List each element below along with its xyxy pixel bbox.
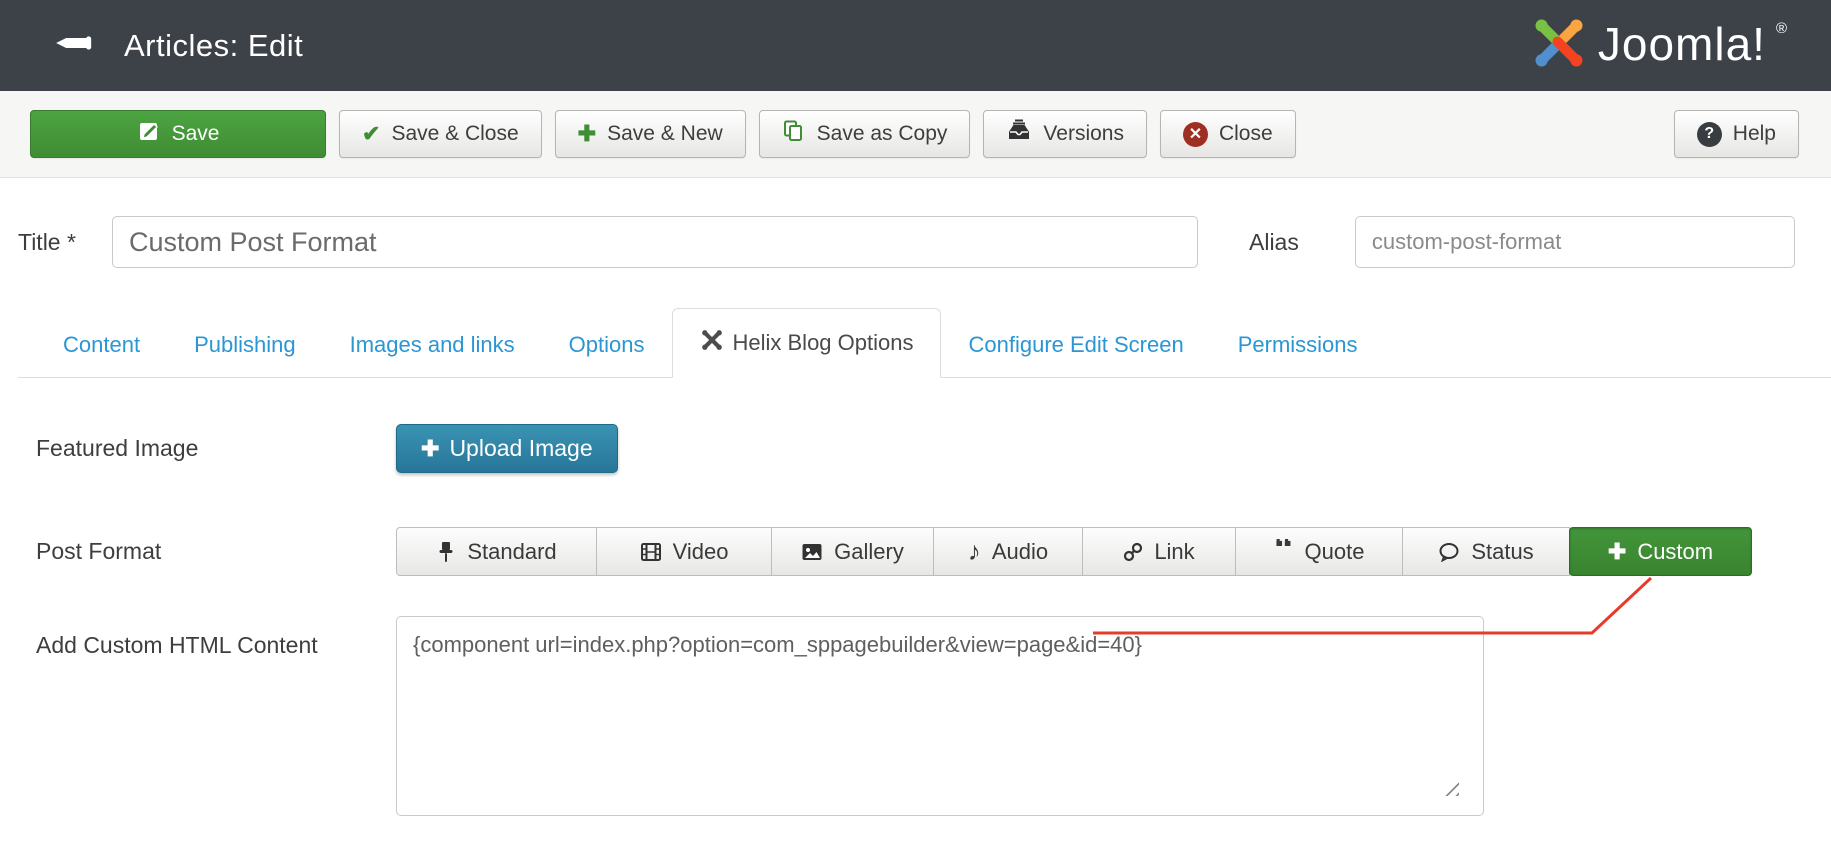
post-format-status-button[interactable]: Status bbox=[1402, 527, 1570, 576]
tab-helix-blog-options[interactable]: Helix Blog Options bbox=[672, 308, 942, 378]
title-label: Title * bbox=[18, 229, 112, 256]
save-as-copy-label: Save as Copy bbox=[817, 122, 948, 146]
post-format-link-button[interactable]: Link bbox=[1082, 527, 1236, 576]
tab-bar: Content Publishing Images and links Opti… bbox=[18, 308, 1831, 378]
post-format-group: Standard Video Gallery ♪ Audio bbox=[396, 527, 1752, 576]
edit-form: Title * Alias Content Publishing Images … bbox=[0, 216, 1831, 816]
custom-html-textarea[interactable]: {component url=index.php?option=com_sppa… bbox=[396, 616, 1484, 816]
save-and-close-button[interactable]: ✔ Save & Close bbox=[339, 110, 542, 158]
upload-image-label: Upload Image bbox=[449, 435, 592, 462]
close-label: Close bbox=[1219, 122, 1273, 146]
help-label: Help bbox=[1733, 122, 1776, 146]
tab-configure-edit-screen[interactable]: Configure Edit Screen bbox=[941, 313, 1210, 377]
plus-icon: ✚ bbox=[1608, 539, 1626, 565]
save-and-new-button[interactable]: ✚ Save & New bbox=[555, 110, 746, 158]
versions-button[interactable]: Versions bbox=[983, 110, 1147, 158]
post-format-standard-label: Standard bbox=[467, 539, 556, 565]
save-as-copy-button[interactable]: Save as Copy bbox=[759, 110, 971, 158]
post-format-custom-button[interactable]: ✚ Custom bbox=[1569, 527, 1752, 576]
pencil-icon bbox=[52, 23, 92, 68]
brand-registered-mark: ® bbox=[1776, 20, 1787, 37]
admin-header: Articles: Edit Joomla! ® bbox=[0, 0, 1831, 91]
speech-bubble-icon bbox=[1438, 542, 1460, 562]
toolbar: Save ✔ Save & Close ✚ Save & New Save as… bbox=[0, 91, 1831, 178]
plus-icon: ✚ bbox=[421, 436, 439, 462]
check-icon: ✔ bbox=[362, 121, 380, 147]
post-format-audio-label: Audio bbox=[992, 539, 1048, 565]
post-format-quote-label: Quote bbox=[1305, 539, 1365, 565]
close-button[interactable]: ✕ Close bbox=[1160, 110, 1296, 158]
post-format-row: Post Format Standard Video bbox=[36, 527, 1831, 576]
thumbtack-icon bbox=[436, 541, 456, 563]
film-icon bbox=[640, 542, 662, 562]
tab-content[interactable]: Content bbox=[36, 313, 167, 377]
tab-options[interactable]: Options bbox=[542, 313, 672, 377]
featured-image-row: Featured Image ✚ Upload Image bbox=[36, 424, 1831, 473]
tab-publishing[interactable]: Publishing bbox=[167, 313, 323, 377]
tab-images-and-links[interactable]: Images and links bbox=[323, 313, 542, 377]
image-icon bbox=[801, 542, 823, 562]
custom-html-label: Add Custom HTML Content bbox=[36, 616, 396, 659]
link-icon bbox=[1123, 542, 1143, 562]
post-format-status-label: Status bbox=[1471, 539, 1533, 565]
music-note-icon: ♪ bbox=[968, 536, 981, 567]
alias-label: Alias bbox=[1249, 229, 1299, 256]
upload-image-button[interactable]: ✚ Upload Image bbox=[396, 424, 618, 473]
post-format-audio-button[interactable]: ♪ Audio bbox=[933, 527, 1083, 576]
save-and-new-label: Save & New bbox=[607, 122, 723, 146]
brand-text: Joomla! bbox=[1598, 14, 1766, 74]
post-format-video-label: Video bbox=[673, 539, 729, 565]
alias-input[interactable] bbox=[1355, 216, 1795, 268]
post-format-custom-label: Custom bbox=[1637, 539, 1713, 565]
articles-edit-page: Articles: Edit Joomla! ® bbox=[0, 0, 1831, 842]
plus-icon: ✚ bbox=[578, 121, 596, 147]
custom-html-row: Add Custom HTML Content {component url=i… bbox=[36, 616, 1831, 816]
tab-permissions[interactable]: Permissions bbox=[1211, 313, 1385, 377]
title-input[interactable] bbox=[112, 216, 1198, 268]
post-format-quote-button[interactable]: “ Quote bbox=[1235, 527, 1403, 576]
post-format-label: Post Format bbox=[36, 538, 396, 565]
joomla-brand: Joomla! ® bbox=[1530, 14, 1787, 77]
close-circle-icon: ✕ bbox=[1183, 122, 1208, 147]
tab-helix-label: Helix Blog Options bbox=[733, 330, 914, 356]
help-button[interactable]: ? Help bbox=[1674, 110, 1799, 158]
save-button[interactable]: Save bbox=[30, 110, 326, 158]
page-title: Articles: Edit bbox=[124, 28, 303, 64]
save-and-close-label: Save & Close bbox=[391, 122, 518, 146]
quote-icon: “ bbox=[1274, 539, 1294, 565]
save-button-label: Save bbox=[172, 122, 220, 146]
save-pencil-square-icon bbox=[137, 119, 161, 149]
helix-joomla-icon bbox=[700, 328, 724, 358]
title-row: Title * Alias bbox=[18, 216, 1831, 268]
post-format-link-label: Link bbox=[1154, 539, 1194, 565]
versions-label: Versions bbox=[1043, 122, 1124, 146]
post-format-gallery-button[interactable]: Gallery bbox=[771, 527, 934, 576]
copy-pages-icon bbox=[782, 119, 806, 149]
post-format-standard-button[interactable]: Standard bbox=[396, 527, 597, 576]
archive-icon bbox=[1006, 119, 1032, 149]
post-format-gallery-label: Gallery bbox=[834, 539, 904, 565]
featured-image-label: Featured Image bbox=[36, 435, 396, 462]
joomla-logo-icon bbox=[1530, 14, 1588, 77]
post-format-video-button[interactable]: Video bbox=[596, 527, 772, 576]
help-circle-icon: ? bbox=[1697, 122, 1722, 147]
